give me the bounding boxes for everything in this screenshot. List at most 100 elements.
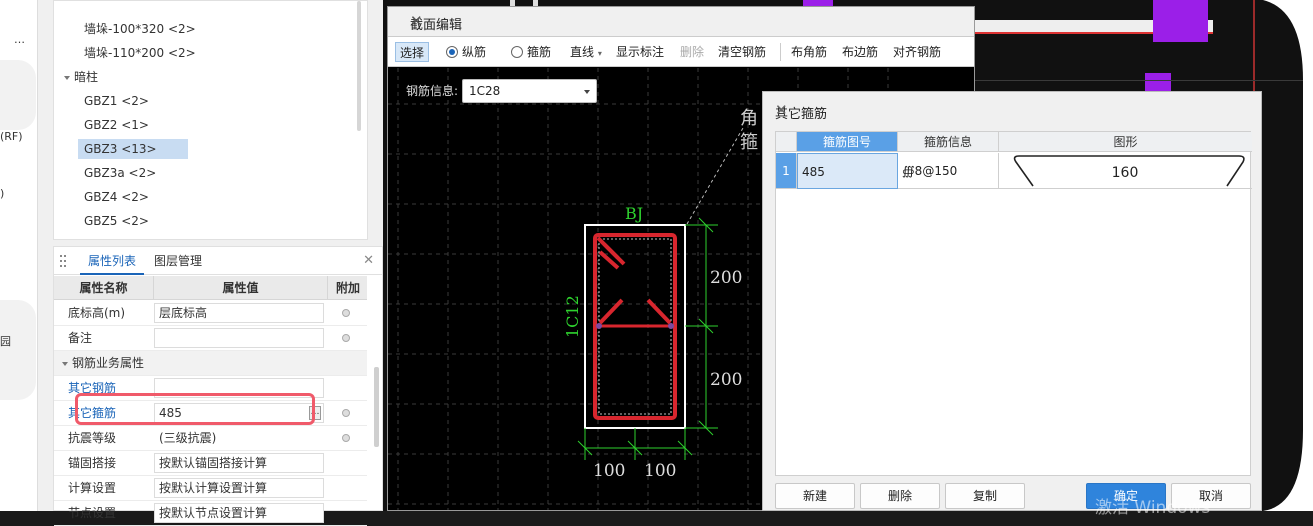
left-panel: 墙垛-100*320 <2> 墙垛-110*200 <2> 暗柱 GBZ1 <2… xyxy=(38,0,383,526)
clear-rebar-button[interactable]: 清空钢筋 xyxy=(718,42,766,62)
radio-checked-icon xyxy=(446,46,458,58)
edge-rebar-button[interactable]: 布边筋 xyxy=(842,42,878,62)
tree-group-label: 暗柱 xyxy=(74,70,99,84)
drag-grip-icon[interactable] xyxy=(60,255,66,267)
attach-checkbox[interactable] xyxy=(342,309,350,317)
caret-down-icon: ▾ xyxy=(597,49,602,58)
nav-pill-lower xyxy=(0,300,36,400)
prop-value-field[interactable]: 按默认锚固搭接计算 xyxy=(154,453,324,473)
select-value: 1C28 xyxy=(469,84,501,98)
col-prop-name: 属性名称 xyxy=(54,276,154,300)
tree-item[interactable]: 墙垛-100*320 <2> xyxy=(78,19,202,39)
section-window-titlebar[interactable]: 截面编辑 ✕ xyxy=(388,7,974,37)
prop-name: 计算设置 xyxy=(68,481,117,495)
activation-watermark: 激活 Windows xyxy=(1095,498,1211,518)
nav-fragment: … xyxy=(14,33,25,46)
prop-row: 抗震等级 (三级抗震) xyxy=(54,426,367,451)
property-panel: 属性列表 图层管理 ✕ 属性名称 属性值 附加 底标高(m) 层底标高 备注 钢… xyxy=(53,246,383,526)
stirrup-info-cell[interactable]: ∰8@150 xyxy=(898,153,999,189)
dialog-titlebar[interactable]: 其它箍筋 ✕ xyxy=(763,92,1261,130)
prop-value-field[interactable] xyxy=(154,328,324,348)
prop-value-field[interactable]: 按默认计算设置计算 xyxy=(154,478,324,498)
attach-checkbox[interactable] xyxy=(342,334,350,342)
tree-item[interactable]: GBZ1 <2> xyxy=(78,91,155,111)
tree-item[interactable]: GBZ2 <1> xyxy=(78,115,155,135)
highlight-annotation xyxy=(75,393,315,425)
prop-value-field[interactable]: (三级抗震) xyxy=(154,428,324,448)
stirrup-shape-cell[interactable]: 160 xyxy=(999,153,1252,189)
far-left-strip: … (RF) ) 园 xyxy=(0,0,38,511)
delete-button[interactable]: 删除 xyxy=(860,483,940,509)
col-prop-value: 属性值 xyxy=(154,276,328,300)
close-icon[interactable]: ✕ xyxy=(775,101,1249,119)
select-button[interactable]: 选择 xyxy=(395,42,430,62)
caret-down-icon xyxy=(584,90,590,94)
tree-item-label: GBZ5 <2> xyxy=(84,214,149,228)
delete-button[interactable]: 删除 xyxy=(680,42,704,62)
nav-fragment: (RF) xyxy=(0,130,23,143)
stirrup-radio[interactable]: 箍筋 xyxy=(511,42,551,62)
col-stirrup-info[interactable]: 箍筋信息 xyxy=(898,132,999,152)
tree-item-label: 墙垛-100*320 <2> xyxy=(84,22,196,36)
hook-marks xyxy=(596,236,672,325)
caret-down-icon[interactable] xyxy=(64,75,70,80)
shape-dimension: 160 xyxy=(1112,165,1139,181)
tree-item[interactable]: 墙垛-110*200 <2> xyxy=(78,43,202,63)
callout-text-1: 角 xyxy=(740,108,758,129)
tree-item[interactable]: GBZ4 <2> xyxy=(78,187,155,207)
corner-rebar-button[interactable]: 布角筋 xyxy=(791,42,827,62)
prop-row: 锚固搭接 按默认锚固搭接计算 xyxy=(54,451,367,476)
copy-button[interactable]: 复制 xyxy=(945,483,1025,509)
other-stirrup-dialog: 其它箍筋 ✕ 箍筋图号 箍筋信息 图形 1 485 ∰8@150 160 新建 … xyxy=(762,91,1262,511)
row-header-corner xyxy=(776,132,797,152)
close-icon[interactable]: ✕ xyxy=(410,12,964,30)
tree-item-label: GBZ2 <1> xyxy=(84,118,149,132)
radio-label: 纵筋 xyxy=(462,45,487,59)
component-tree: 墙垛-100*320 <2> 墙垛-110*200 <2> 暗柱 GBZ1 <2… xyxy=(53,0,368,240)
stirrup-code-cell[interactable]: 485 xyxy=(797,153,898,189)
prop-name: 底标高(m) xyxy=(68,306,126,320)
longitudinal-radio[interactable]: 纵筋 xyxy=(446,42,486,62)
top-rebar-label: BJ xyxy=(625,204,643,223)
tab-layer-manager[interactable]: 图层管理 xyxy=(146,247,210,275)
callout-leader xyxy=(686,127,744,225)
prop-name: 节点设置 xyxy=(68,506,117,520)
rebar-info-select[interactable]: 1C28 xyxy=(462,79,597,103)
tree-item[interactable]: GBZ5 <2> xyxy=(78,211,155,231)
prop-name: 锚固搭接 xyxy=(68,456,117,470)
prop-name: 抗震等级 xyxy=(68,431,117,445)
side-rebar-label: 1C12 xyxy=(563,295,582,338)
col-stirrup-code[interactable]: 箍筋图号 xyxy=(797,132,898,152)
col-stirrup-shape[interactable]: 图形 xyxy=(999,132,1252,152)
dim-right: 100 xyxy=(644,461,676,481)
stirrup-table: 箍筋图号 箍筋信息 图形 1 485 ∰8@150 160 xyxy=(775,131,1252,476)
new-button[interactable]: 新建 xyxy=(775,483,855,509)
radio-label: 箍筋 xyxy=(527,45,552,59)
nav-pill xyxy=(0,60,36,130)
rebar-info-label: 钢筋信息: xyxy=(406,84,459,98)
prop-value-field[interactable]: 按默认节点设置计算 xyxy=(154,503,324,523)
callout-text-2: 箍 xyxy=(740,132,758,153)
tree-scrollbar[interactable] xyxy=(357,1,361,131)
caret-down-icon xyxy=(62,361,68,366)
close-icon[interactable]: ✕ xyxy=(363,253,374,268)
tree-item-label: GBZ4 <2> xyxy=(84,190,149,204)
line-dropdown[interactable]: 直线 ▾ xyxy=(570,42,602,62)
tab-property-list[interactable]: 属性列表 xyxy=(80,247,145,275)
attach-checkbox[interactable] xyxy=(342,409,350,417)
property-scrollbar[interactable] xyxy=(374,367,379,447)
show-label-button[interactable]: 显示标注 xyxy=(616,42,664,62)
prop-row: 底标高(m) 层底标高 xyxy=(54,301,367,326)
tree-item-selected[interactable]: GBZ3 <13> xyxy=(78,139,188,159)
property-table-header: 属性名称 属性值 附加 xyxy=(54,276,367,300)
tree-item[interactable]: GBZ3a <2> xyxy=(78,163,162,183)
prop-row: 计算设置 按默认计算设置计算 xyxy=(54,476,367,501)
align-rebar-button[interactable]: 对齐钢筋 xyxy=(893,42,941,62)
tree-group[interactable]: 暗柱 xyxy=(58,67,104,87)
prop-value-field[interactable]: 层底标高 xyxy=(154,303,324,323)
attach-checkbox[interactable] xyxy=(342,434,350,442)
property-tabs: 属性列表 图层管理 ✕ xyxy=(54,247,382,275)
tree-item-label: GBZ1 <2> xyxy=(84,94,149,108)
row-index[interactable]: 1 xyxy=(776,153,797,189)
prop-section-rebar[interactable]: 钢筋业务属性 xyxy=(54,351,367,376)
